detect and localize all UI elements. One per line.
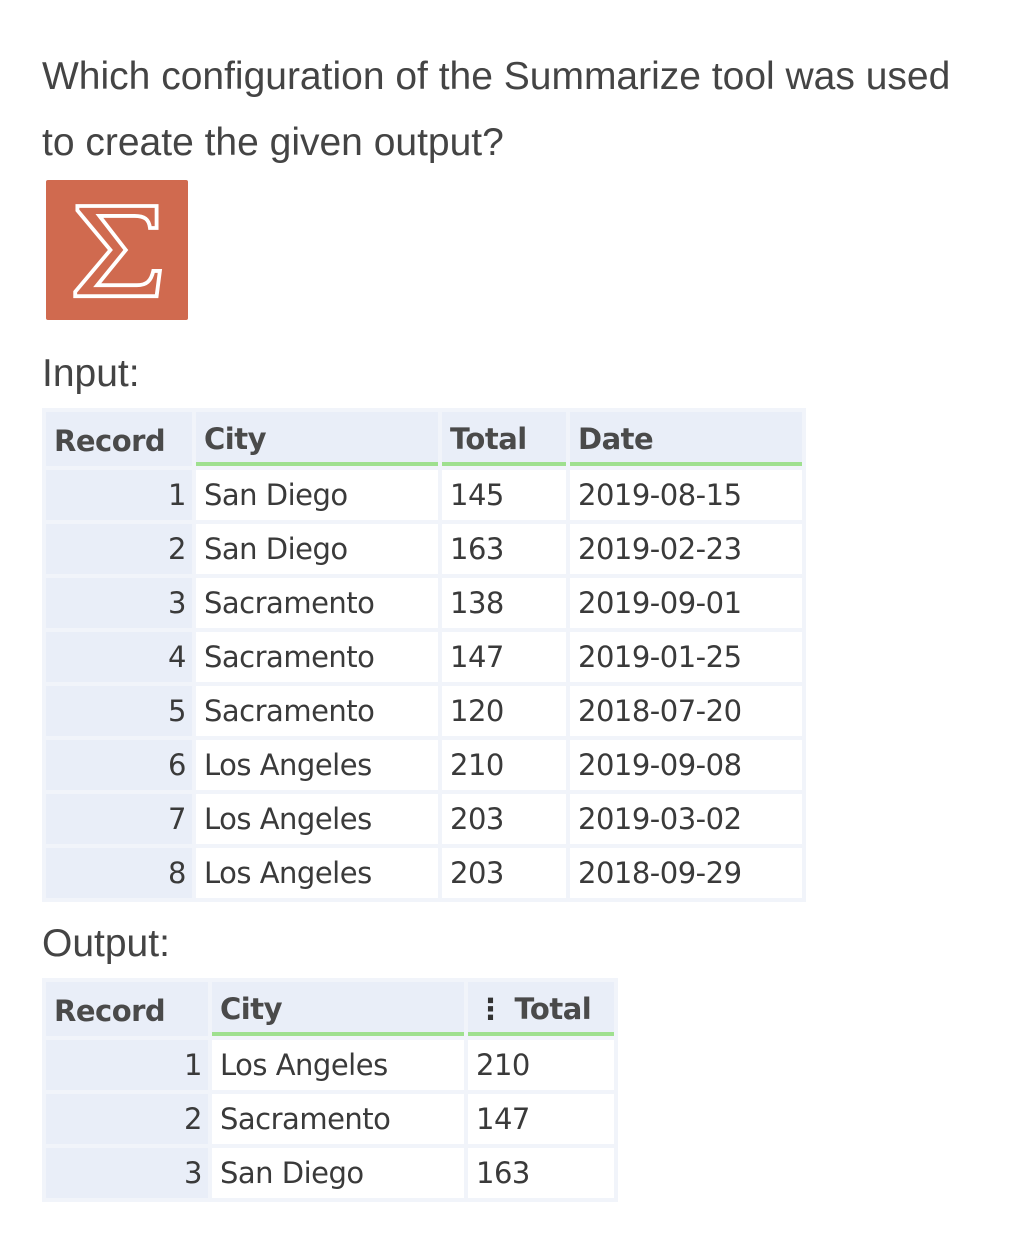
- record-number: 7: [46, 794, 192, 844]
- city-cell: Los Angeles: [196, 794, 438, 844]
- column-resize-handle-icon[interactable]: ⋮: [476, 992, 505, 1026]
- column-header-city: City: [212, 982, 464, 1036]
- column-header-total: ⋮ Total: [468, 982, 614, 1036]
- date-cell: 2019-08-15: [570, 470, 802, 520]
- record-number: 4: [46, 632, 192, 682]
- table-row: 4 Sacramento 147 2019-01-25: [46, 632, 802, 682]
- city-cell: Sacramento: [196, 632, 438, 682]
- record-number: 2: [46, 524, 192, 574]
- record-number: 3: [46, 1148, 208, 1198]
- city-cell: Los Angeles: [212, 1040, 464, 1090]
- record-number: 1: [46, 470, 192, 520]
- table-row: 2 San Diego 163 2019-02-23: [46, 524, 802, 574]
- city-cell: Los Angeles: [196, 848, 438, 898]
- date-cell: 2019-09-01: [570, 578, 802, 628]
- output-table: Record City ⋮ Total 1 Los Angeles 210 2 S…: [42, 978, 618, 1202]
- city-cell: Sacramento: [196, 686, 438, 736]
- city-cell: Sacramento: [196, 578, 438, 628]
- date-cell: 2019-09-08: [570, 740, 802, 790]
- column-header-total-label: Total: [514, 992, 592, 1026]
- table-row: 1 San Diego 145 2019-08-15: [46, 470, 802, 520]
- city-cell: Los Angeles: [196, 740, 438, 790]
- city-cell: San Diego: [196, 470, 438, 520]
- output-label: Output:: [42, 922, 170, 965]
- column-header-city: City: [196, 412, 438, 466]
- total-cell: 210: [442, 740, 566, 790]
- column-header-city-label: City: [220, 992, 283, 1026]
- table-row: 8 Los Angeles 203 2018-09-29: [46, 848, 802, 898]
- record-number: 6: [46, 740, 192, 790]
- date-cell: 2018-09-29: [570, 848, 802, 898]
- record-number: 5: [46, 686, 192, 736]
- table-row: 3 San Diego 163: [46, 1148, 614, 1198]
- city-cell: San Diego: [196, 524, 438, 574]
- input-label: Input:: [42, 352, 140, 395]
- summarize-sigma-icon: [46, 180, 188, 320]
- total-cell: 163: [468, 1148, 614, 1198]
- city-cell: San Diego: [212, 1148, 464, 1198]
- question-text: Which configuration of the Summarize too…: [42, 55, 951, 164]
- date-cell: 2019-01-25: [570, 632, 802, 682]
- total-cell: 163: [442, 524, 566, 574]
- record-number: 8: [46, 848, 192, 898]
- record-number: 1: [46, 1040, 208, 1090]
- record-number: 3: [46, 578, 192, 628]
- total-cell: 210: [468, 1040, 614, 1090]
- total-cell: 120: [442, 686, 566, 736]
- total-cell: 145: [442, 470, 566, 520]
- table-row: 6 Los Angeles 210 2019-09-08: [46, 740, 802, 790]
- column-header-total: Total: [442, 412, 566, 466]
- city-cell: Sacramento: [212, 1094, 464, 1144]
- total-cell: 203: [442, 848, 566, 898]
- column-header-record: Record: [46, 412, 192, 466]
- date-cell: 2018-07-20: [570, 686, 802, 736]
- total-cell: 138: [442, 578, 566, 628]
- date-cell: 2019-02-23: [570, 524, 802, 574]
- record-number: 2: [46, 1094, 208, 1144]
- column-header-record: Record: [46, 982, 208, 1036]
- table-row: 3 Sacramento 138 2019-09-01: [46, 578, 802, 628]
- table-row: 7 Los Angeles 203 2019-03-02: [46, 794, 802, 844]
- column-header-date: Date: [570, 412, 802, 466]
- date-cell: 2019-03-02: [570, 794, 802, 844]
- total-cell: 147: [468, 1094, 614, 1144]
- table-row: 5 Sacramento 120 2018-07-20: [46, 686, 802, 736]
- table-row: 2 Sacramento 147: [46, 1094, 614, 1144]
- input-table: Record City Total Date 1 San Diego 145 2…: [42, 408, 806, 902]
- total-cell: 147: [442, 632, 566, 682]
- output-header-row: Record City ⋮ Total: [46, 982, 614, 1036]
- input-header-row: Record City Total Date: [46, 412, 802, 466]
- table-row: 1 Los Angeles 210: [46, 1040, 614, 1090]
- total-cell: 203: [442, 794, 566, 844]
